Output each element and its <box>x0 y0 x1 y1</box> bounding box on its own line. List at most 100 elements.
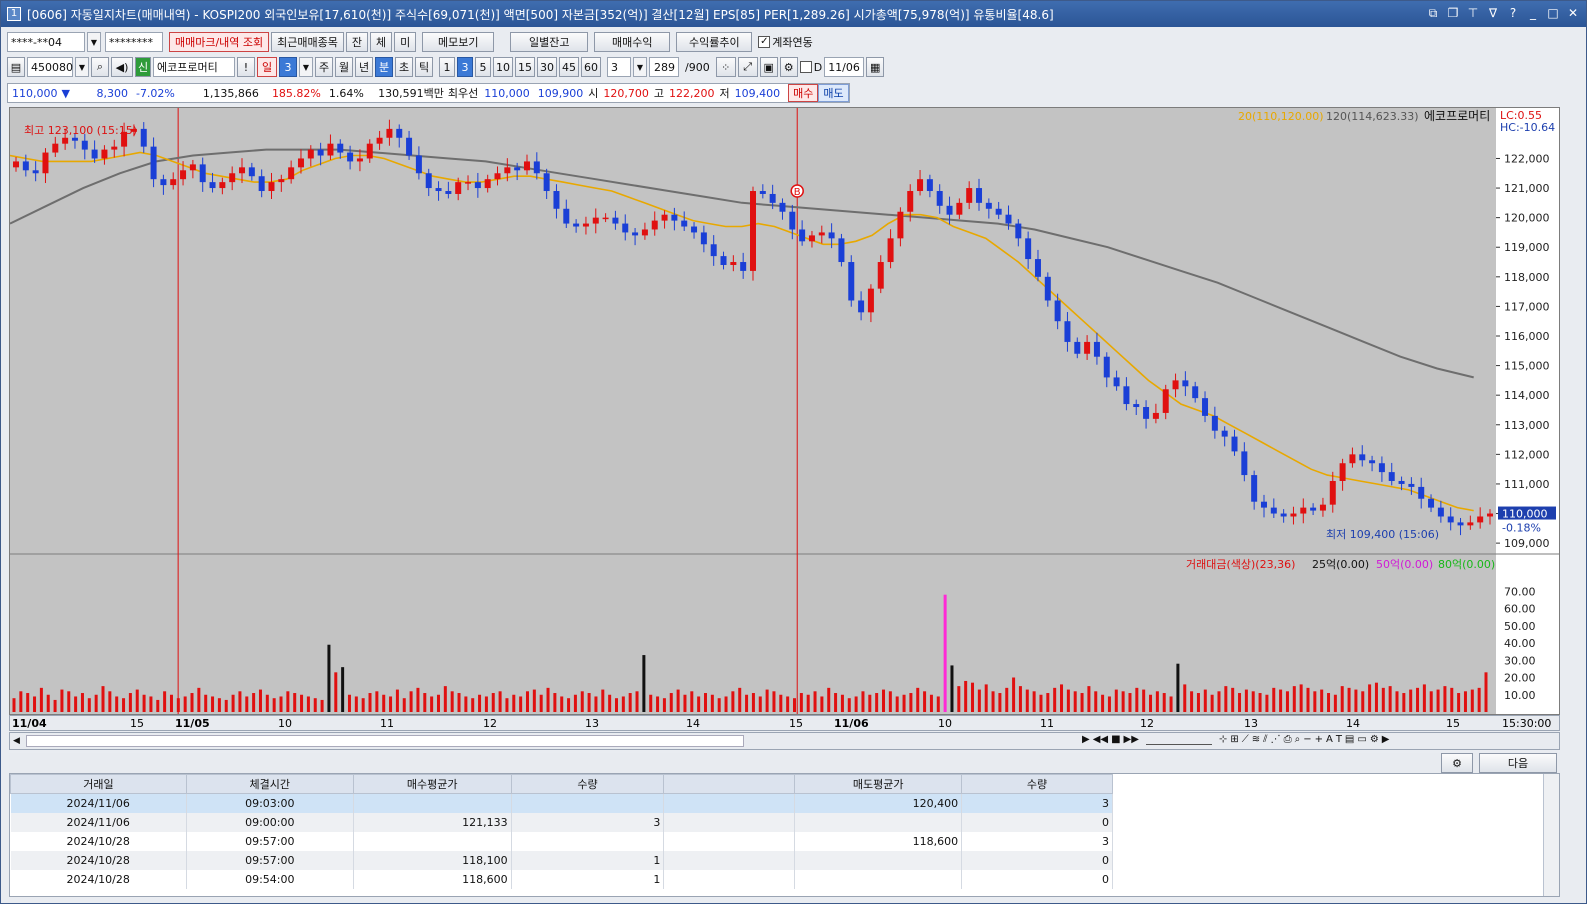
password-field[interactable]: ******** <box>105 32 163 52</box>
account-link-checkbox[interactable]: ✓ 계좌연동 <box>758 34 813 50</box>
account-select[interactable]: ****-**04 <box>7 32 85 52</box>
code-dropdown-icon[interactable]: ▼ <box>75 57 89 77</box>
period-second-button[interactable]: 초 <box>395 57 413 77</box>
list-settings-icon[interactable]: ⚙ <box>1441 753 1473 773</box>
period-day-button[interactable]: 일 <box>257 57 277 77</box>
minute-button[interactable]: 5 <box>475 57 491 77</box>
search-icon[interactable]: ⌕ <box>91 57 109 77</box>
period-year-button[interactable]: 년 <box>355 57 373 77</box>
scroll-right-icon[interactable]: ▶ <box>1382 734 1390 745</box>
price-chart[interactable]: 122,000 121,000 120,000 119,000 118,000 117,0… <box>9 107 1560 715</box>
minute-button[interactable]: 30 <box>537 57 557 77</box>
copy-icon[interactable]: ❐ <box>1446 5 1460 21</box>
table-row[interactable]: 2024/11/06 09:03:00 120,400 3 <box>10 793 1113 813</box>
gear-icon[interactable]: ⚙ <box>779 57 798 77</box>
minute-button[interactable]: 45 <box>559 57 579 77</box>
gann-icon[interactable]: ⋰ <box>1271 734 1281 745</box>
period-week-button[interactable]: 주 <box>315 57 333 77</box>
maximize-icon[interactable]: □ <box>1546 5 1560 21</box>
crosshair-icon[interactable]: ⊹ <box>1219 734 1227 745</box>
col-sell-avg[interactable]: 매도평균가 <box>794 774 963 794</box>
minimize-icon[interactable]: _ <box>1526 5 1540 21</box>
stock-list-icon[interactable]: ▤ <box>7 57 25 77</box>
minute-button[interactable]: 10 <box>493 57 513 77</box>
help-icon[interactable]: ? <box>1506 5 1520 21</box>
balance-button[interactable]: 잔 <box>345 32 369 52</box>
close-icon[interactable]: ✕ <box>1566 5 1580 21</box>
col-exec-time[interactable]: 체결시간 <box>185 774 354 794</box>
col-trade-date[interactable]: 거래일 <box>10 774 187 794</box>
draw-icon[interactable]: ⤢ <box>737 57 758 77</box>
sell-button[interactable]: 매도 <box>818 84 849 102</box>
rewind-icon[interactable]: ◀◀ <box>1093 734 1108 745</box>
save-icon[interactable]: ▣ <box>759 57 778 77</box>
hc-label: HC:-10.64 <box>1500 121 1555 134</box>
account-link-label: 계좌연동 <box>772 36 813 49</box>
chart-svg[interactable]: 122,000 121,000 120,000 119,000 118,000 117,0… <box>10 108 1559 714</box>
forward-icon[interactable]: ▶▶ <box>1124 734 1139 745</box>
unexecuted-button[interactable]: 미 <box>394 32 417 52</box>
range-input[interactable]: 289 <box>649 57 679 77</box>
zoom-in-icon[interactable]: + <box>1315 734 1323 745</box>
col-sell-qty[interactable]: 수량 <box>961 774 1113 794</box>
period-minute-button[interactable]: 분 <box>375 57 393 77</box>
filter-icon[interactable]: ∇ <box>1486 5 1500 21</box>
next-button[interactable]: 다음 <box>1479 753 1557 773</box>
sound-icon[interactable]: ◀) <box>111 57 133 77</box>
trendline-icon[interactable]: ⟋ <box>1242 734 1249 745</box>
zoom-icon[interactable]: ⌕ <box>1295 734 1301 745</box>
minute-button[interactable]: 1 <box>439 57 455 77</box>
buy-button[interactable]: 매수 <box>788 84 819 102</box>
period-month-button[interactable]: 월 <box>335 57 353 77</box>
table-scrollbar[interactable] <box>1543 774 1559 896</box>
pin-icon[interactable]: ⊤ <box>1466 5 1480 21</box>
speed-slider[interactable] <box>1145 734 1212 745</box>
profit-trend-button[interactable]: 수익률추이 <box>676 32 753 52</box>
count-input[interactable]: 3 <box>607 57 631 77</box>
mark-query-button[interactable]: 매매마크/내역 조회 <box>169 32 270 52</box>
daily-balance-button[interactable]: 일별잔고 <box>510 32 589 52</box>
scroll-thumb[interactable] <box>26 735 744 747</box>
erase-icon[interactable]: T <box>1336 734 1342 745</box>
period-tick-button[interactable]: 틱 <box>415 57 433 77</box>
recent-stocks-button[interactable]: 최근매매종목 <box>271 32 344 52</box>
settings-icon[interactable]: ⚙ <box>1370 734 1379 745</box>
table-row[interactable]: 2024/11/06 09:00:00 121,133 3 0 <box>10 812 1113 832</box>
stop-icon[interactable]: ■ <box>1111 734 1120 745</box>
fib-icon[interactable]: ≋ <box>1252 734 1260 745</box>
bars-icon[interactable]: ▤ <box>1345 734 1354 745</box>
volume-bar <box>142 694 146 712</box>
grid-icon[interactable]: ⊞ <box>1230 734 1238 745</box>
indicator-icon[interactable]: ⁘ <box>715 57 736 77</box>
channel-icon[interactable]: ⫽ <box>1263 734 1267 745</box>
print-icon[interactable]: ⎙ <box>1284 734 1292 745</box>
table-row[interactable]: 2024/10/28 09:57:00 118,600 3 <box>10 831 1113 851</box>
zoom-out-icon[interactable]: − <box>1303 734 1311 745</box>
scroll-left-icon[interactable]: ◀ <box>13 736 20 746</box>
calendar-icon[interactable]: ▦ <box>866 57 885 77</box>
chart-scrollbar[interactable]: ◀ ▶ ◀◀ ■ ▶▶ ⊹ ⊞ ⟋ ≋ ⫽ ⋰ ⎙ ⌕ − + A T ▤ ▭ … <box>9 732 1560 750</box>
trade-profit-button[interactable]: 매매수익 <box>594 32 671 52</box>
minute-button[interactable]: 15 <box>515 57 535 77</box>
col-buy-qty[interactable]: 수량 <box>510 774 665 794</box>
count-dropdown-icon[interactable]: ▼ <box>633 57 647 77</box>
table-row[interactable]: 2024/10/28 09:57:00 118,100 1 0 <box>10 850 1113 870</box>
minute-button[interactable]: 60 <box>581 57 601 77</box>
line-icon[interactable]: ▭ <box>1357 734 1366 745</box>
account-dropdown-icon[interactable]: ▼ <box>87 32 101 52</box>
period-dropdown-icon[interactable]: ▼ <box>299 57 313 77</box>
memo-button[interactable]: 메모보기 <box>422 32 495 52</box>
link-icon[interactable]: ⧉ <box>1426 5 1440 21</box>
date-checkbox[interactable] <box>799 61 812 73</box>
minute-button[interactable]: 3 <box>457 57 473 77</box>
checkbox-checked-icon[interactable]: ✓ <box>758 36 771 48</box>
play-icon[interactable]: ▶ <box>1082 734 1090 745</box>
text-icon[interactable]: A <box>1326 734 1333 745</box>
date-input[interactable]: 11/06 <box>824 57 865 77</box>
executed-button[interactable]: 체 <box>370 32 393 52</box>
period-count[interactable]: 3 <box>279 57 297 77</box>
stock-code-input[interactable]: 450080 <box>27 57 73 77</box>
alert-button[interactable]: ! <box>237 57 255 77</box>
col-buy-avg[interactable]: 매수평균가 <box>352 774 512 794</box>
table-row[interactable]: 2024/10/28 09:54:00 118,600 1 0 <box>10 869 1113 889</box>
